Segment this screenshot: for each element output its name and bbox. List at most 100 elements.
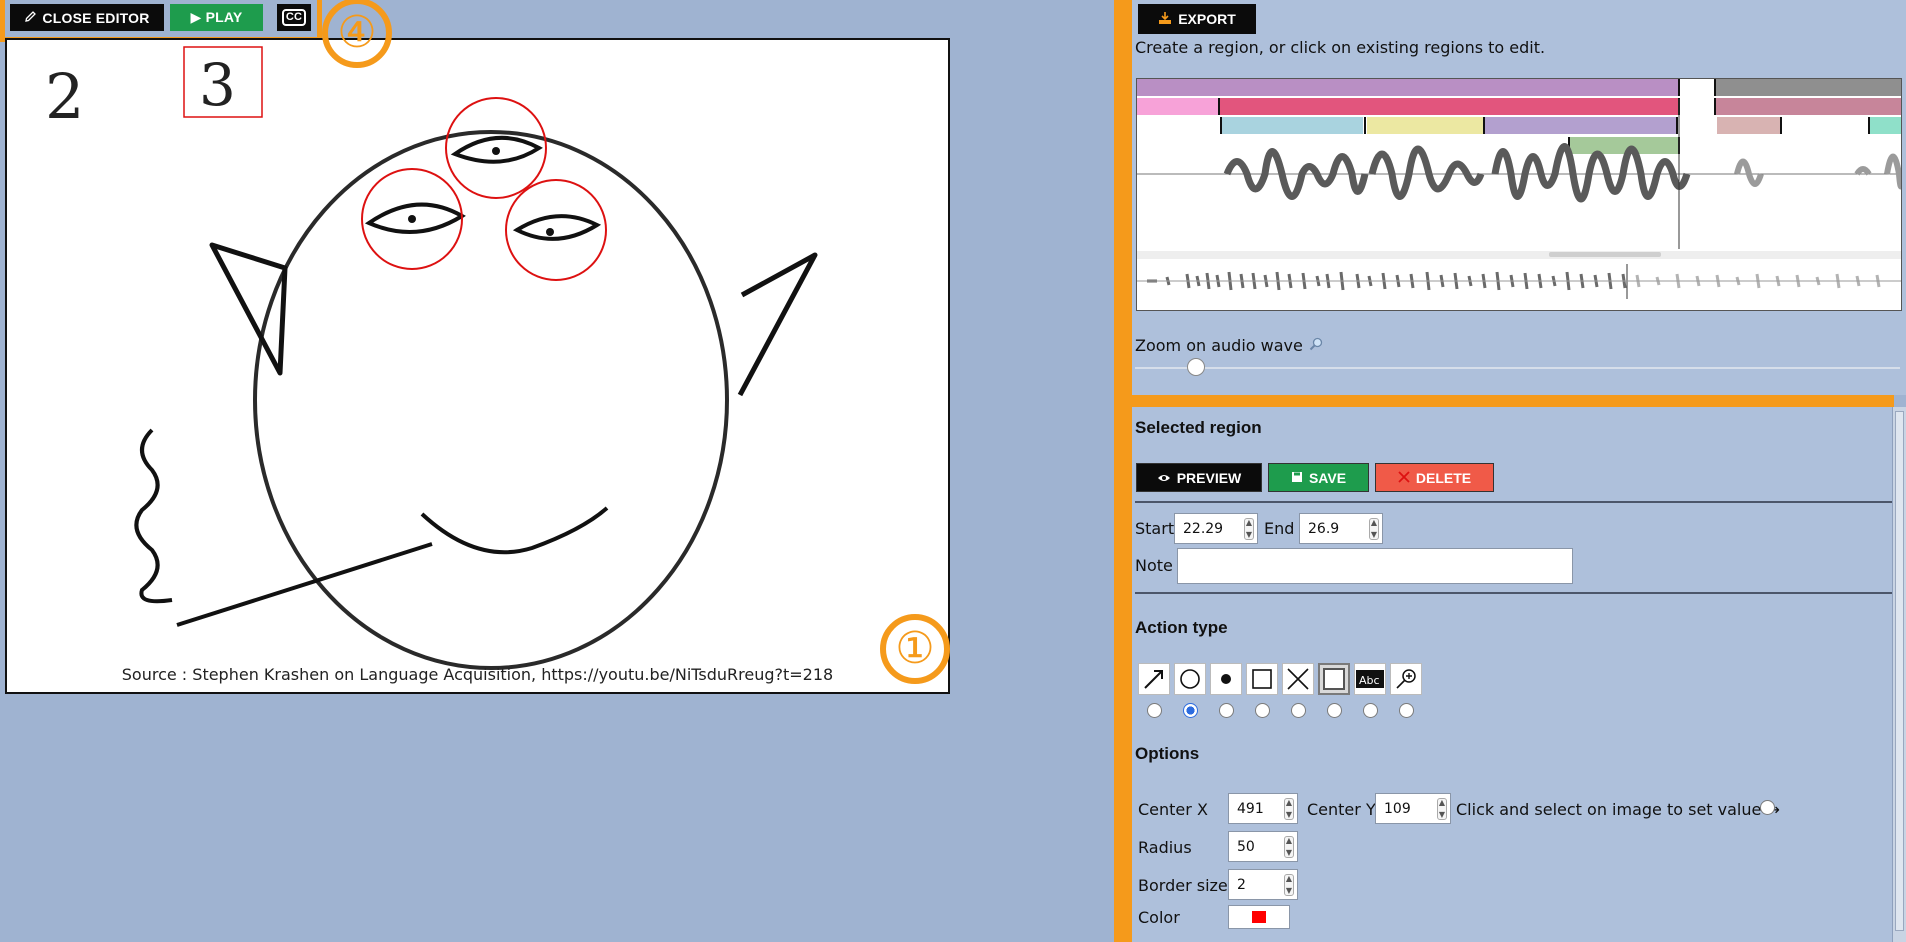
selected-region-title: Selected region: [1135, 418, 1262, 437]
region-bar[interactable]: [1569, 137, 1679, 154]
waveform-shape: [1223, 143, 1901, 203]
minimap-waveform[interactable]: [1137, 264, 1902, 299]
mouth: [420, 506, 609, 555]
export-label: EXPORT: [1178, 11, 1236, 27]
center-y-label: Center Y: [1307, 800, 1376, 819]
download-icon: [1158, 11, 1172, 28]
source-caption: Source : Stephen Krashen on Language Acq…: [121, 665, 834, 684]
right-ear: [737, 252, 818, 397]
step-badge-4: ④: [322, 0, 392, 68]
floppy-icon: [1291, 470, 1303, 486]
preview-label: PREVIEW: [1176, 469, 1242, 486]
squiggle: [134, 428, 173, 604]
step-badge-1: ①: [880, 614, 950, 684]
captions-toggle-button[interactable]: CC: [277, 4, 311, 31]
note-label: Note: [1135, 556, 1173, 575]
region-bar[interactable]: [1137, 98, 1219, 115]
image-panel[interactable]: 2 3 Source : Stephen Krashen on Language…: [5, 38, 950, 694]
divider: [1135, 592, 1892, 594]
end-stepper[interactable]: ▲ ▼: [1369, 518, 1379, 540]
cc-label: CC: [281, 9, 307, 26]
tool-radio-text[interactable]: [1363, 703, 1378, 718]
delete-button[interactable]: DELETE: [1375, 463, 1494, 492]
end-label: End: [1264, 519, 1295, 538]
pencil-icon: [24, 10, 37, 26]
border-size-input[interactable]: 2 ▲ ▼: [1228, 869, 1298, 900]
head-outline: [253, 130, 729, 670]
click-select-hint: Click and select on image to set value →: [1456, 800, 1780, 819]
radius-input[interactable]: 50 ▲ ▼: [1228, 831, 1298, 862]
region-bar[interactable]: [1367, 117, 1483, 134]
preview-button[interactable]: PREVIEW: [1136, 463, 1262, 492]
play-button[interactable]: ▶ PLAY: [170, 4, 263, 31]
start-stepper[interactable]: ▲ ▼: [1244, 518, 1254, 540]
radius-label: Radius: [1138, 838, 1192, 857]
save-button[interactable]: SAVE: [1268, 463, 1369, 492]
region-bar[interactable]: [1485, 117, 1677, 134]
center-y-stepper[interactable]: ▲ ▼: [1437, 798, 1447, 820]
tool-radio-cross[interactable]: [1291, 703, 1306, 718]
whiteboard-drawing: 2 3: [45, 46, 818, 670]
region-bar[interactable]: [1717, 117, 1781, 134]
rectangle-icon[interactable]: [1246, 663, 1278, 695]
zoom-label: Zoom on audio wave: [1135, 336, 1323, 355]
region-hint: Create a region, or click on existing re…: [1135, 38, 1546, 57]
center-x-label: Center X: [1138, 800, 1208, 819]
eye-icon: [1157, 470, 1171, 486]
circle-icon[interactable]: [1174, 663, 1206, 695]
center-x-input[interactable]: 491 ▲ ▼: [1228, 793, 1298, 824]
scrollbar-thumb[interactable]: [1895, 411, 1904, 931]
center-x-stepper[interactable]: ▲ ▼: [1284, 798, 1294, 820]
end-input[interactable]: 26.9 ▲ ▼: [1299, 513, 1383, 544]
region-bar[interactable]: [1869, 117, 1902, 134]
note-textarea[interactable]: [1177, 548, 1573, 584]
radius-stepper[interactable]: ▲ ▼: [1284, 836, 1294, 858]
options-title: Options: [1135, 744, 1200, 763]
pick-on-image-radio[interactable]: [1760, 800, 1775, 815]
play-label: ▶ PLAY: [190, 9, 243, 25]
svg-text:Abc: Abc: [1359, 674, 1380, 687]
color-picker[interactable]: [1228, 905, 1290, 929]
zoom-icon[interactable]: [1390, 663, 1422, 695]
zoom-slider-track[interactable]: [1135, 367, 1900, 369]
stick-line: [176, 542, 433, 627]
tool-radio-rectangle[interactable]: [1255, 703, 1270, 718]
right-panel-border: [1114, 0, 1132, 942]
region-bar[interactable]: [1219, 98, 1679, 115]
text-icon[interactable]: Abc: [1354, 663, 1386, 695]
handwritten-two: 2: [45, 60, 84, 133]
magnifier-icon: [1309, 336, 1323, 355]
arrow-icon[interactable]: [1138, 663, 1170, 695]
color-swatch: [1252, 911, 1266, 923]
border-size-label: Border size: [1138, 876, 1228, 895]
export-button[interactable]: EXPORT: [1138, 4, 1256, 34]
tool-radio-dot[interactable]: [1219, 703, 1234, 718]
dot-icon[interactable]: [1210, 663, 1242, 695]
region-bar[interactable]: [1715, 98, 1902, 115]
frame-icon[interactable]: [1318, 663, 1350, 695]
cross-icon[interactable]: [1282, 663, 1314, 695]
color-label: Color: [1138, 908, 1180, 927]
action-type-title: Action type: [1135, 618, 1228, 637]
audio-waveform[interactable]: 25: [1136, 78, 1902, 311]
start-input[interactable]: 22.29 ▲ ▼: [1174, 513, 1258, 544]
tool-radio-arrow[interactable]: [1147, 703, 1162, 718]
region-bar[interactable]: [1221, 117, 1363, 134]
border-size-stepper[interactable]: ▲ ▼: [1284, 874, 1294, 896]
region-bar[interactable]: [1715, 79, 1902, 96]
region-panel-scrollbar[interactable]: [1892, 407, 1906, 942]
delete-label: DELETE: [1415, 469, 1472, 486]
tool-radio-zoom[interactable]: [1399, 703, 1414, 718]
tool-radio-frame[interactable]: [1327, 703, 1342, 718]
left-ear: [209, 242, 288, 376]
minimap-handle[interactable]: [1549, 252, 1661, 257]
panel-divider: [1114, 395, 1894, 407]
region-bar[interactable]: [1137, 79, 1679, 96]
close-editor-button[interactable]: CLOSE EDITOR: [10, 4, 164, 31]
handwritten-three: 3: [199, 51, 236, 119]
close-icon: [1398, 470, 1410, 486]
center-y-input[interactable]: 109 ▲ ▼: [1375, 793, 1451, 824]
close-editor-label: CLOSE EDITOR: [42, 9, 150, 26]
tool-radio-circle[interactable]: [1183, 703, 1198, 718]
start-label: Start: [1135, 519, 1175, 538]
